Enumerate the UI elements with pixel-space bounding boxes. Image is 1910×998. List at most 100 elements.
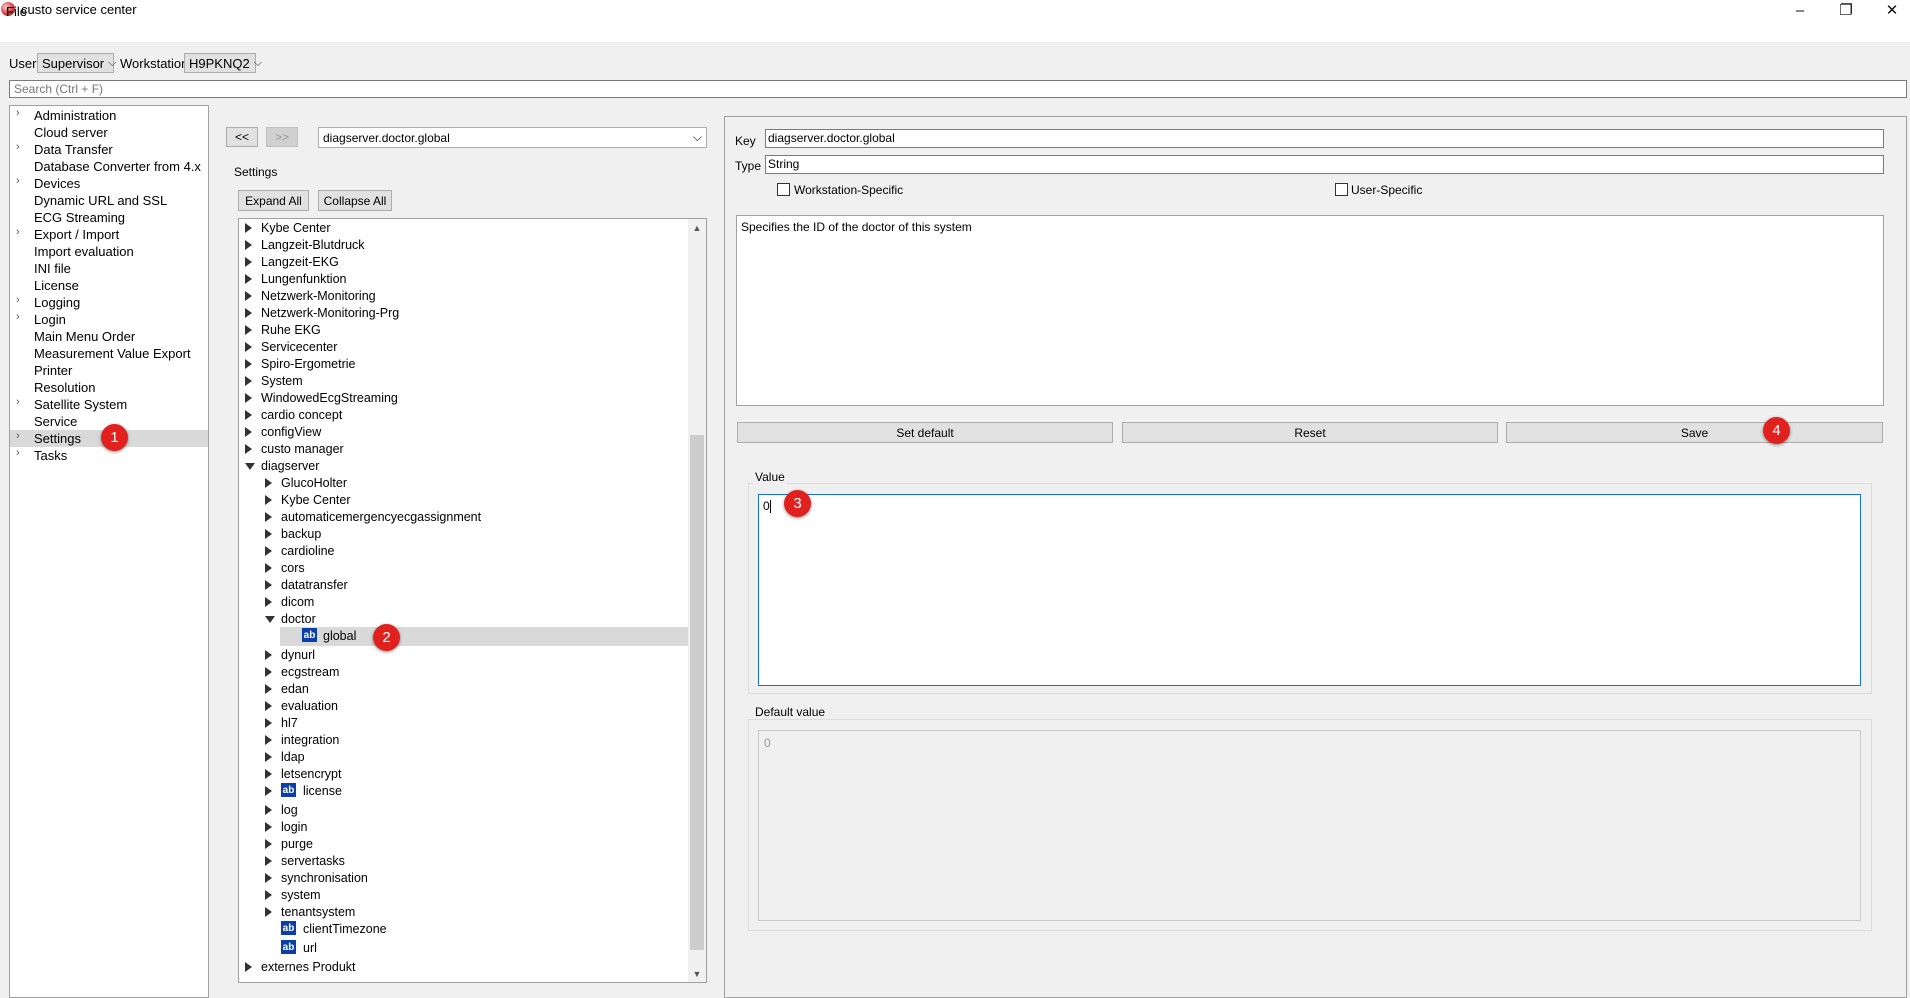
type-field[interactable]: String xyxy=(765,155,1884,174)
key-field[interactable]: diagserver.doctor.global xyxy=(765,129,1884,148)
collapsed-arrow-icon[interactable] xyxy=(265,805,272,815)
collapsed-arrow-icon[interactable] xyxy=(265,667,272,677)
collapsed-arrow-icon[interactable] xyxy=(265,650,272,660)
collapsed-arrow-icon[interactable] xyxy=(245,257,252,267)
expanded-arrow-icon[interactable] xyxy=(265,616,275,623)
collapsed-arrow-icon[interactable] xyxy=(245,393,252,403)
collapsed-arrow-icon[interactable] xyxy=(245,223,252,233)
sidebar-item[interactable]: › Administration xyxy=(10,107,208,124)
chevron-right-icon[interactable]: › xyxy=(16,447,20,459)
collapsed-arrow-icon[interactable] xyxy=(265,769,272,779)
collapsed-arrow-icon[interactable] xyxy=(245,308,252,318)
collapsed-arrow-icon[interactable] xyxy=(265,512,272,522)
chevron-right-icon[interactable]: › xyxy=(16,107,20,119)
sidebar-item[interactable]: License xyxy=(10,277,208,294)
collapsed-arrow-icon[interactable] xyxy=(265,718,272,728)
sidebar-item[interactable]: Import evaluation xyxy=(10,243,208,260)
chevron-right-icon[interactable]: › xyxy=(16,396,20,408)
sidebar-item[interactable]: › Export / Import xyxy=(10,226,208,243)
minimize-icon[interactable]: – xyxy=(1777,0,1823,20)
back-button[interactable]: << xyxy=(226,127,258,147)
sidebar-item[interactable]: Main Menu Order xyxy=(10,328,208,345)
expanded-arrow-icon[interactable] xyxy=(245,463,255,470)
collapsed-arrow-icon[interactable] xyxy=(245,240,252,250)
collapsed-arrow-icon[interactable] xyxy=(265,597,272,607)
collapsed-arrow-icon[interactable] xyxy=(245,359,252,369)
collapsed-arrow-icon[interactable] xyxy=(265,752,272,762)
collapsed-arrow-icon[interactable] xyxy=(265,684,272,694)
collapsed-arrow-icon[interactable] xyxy=(245,444,252,454)
workstation-specific-checkbox[interactable] xyxy=(777,183,790,196)
sidebar-item[interactable]: › Devices xyxy=(10,175,208,192)
setting-path-select[interactable]: diagserver.doctor.global ⌵ xyxy=(318,127,707,148)
workstation-select[interactable]: H9PKNQ2 ⌵ xyxy=(184,53,262,73)
collapsed-arrow-icon[interactable] xyxy=(265,701,272,711)
collapsed-arrow-icon[interactable] xyxy=(265,856,272,866)
collapsed-arrow-icon[interactable] xyxy=(265,563,272,573)
collapse-all-button[interactable]: Collapse All xyxy=(318,190,392,211)
user-select[interactable]: Supervisor ⌵ xyxy=(37,53,116,73)
sidebar-item[interactable]: Measurement Value Export xyxy=(10,345,208,362)
sidebar-item[interactable]: ECG Streaming xyxy=(10,209,208,226)
annotation-badge-4: 4 xyxy=(1763,417,1790,444)
sidebar-item[interactable]: INI file xyxy=(10,260,208,277)
collapsed-arrow-icon[interactable] xyxy=(245,410,252,420)
sidebar-item[interactable]: Database Converter from 4.x xyxy=(10,158,208,175)
collapsed-arrow-icon[interactable] xyxy=(265,873,272,883)
collapsed-arrow-icon[interactable] xyxy=(245,427,252,437)
collapsed-arrow-icon[interactable] xyxy=(245,325,252,335)
collapsed-arrow-icon[interactable] xyxy=(245,376,252,386)
close-icon[interactable]: ✕ xyxy=(1869,0,1910,20)
sidebar-item[interactable]: Resolution xyxy=(10,379,208,396)
restore-icon[interactable]: ❐ xyxy=(1823,0,1869,20)
collapsed-arrow-icon[interactable] xyxy=(265,907,272,917)
sidebar-item[interactable]: › Satellite System xyxy=(10,396,208,413)
sidebar-item[interactable]: › Data Transfer xyxy=(10,141,208,158)
sidebar-item-label: Export / Import xyxy=(34,227,120,242)
collapsed-arrow-icon[interactable] xyxy=(245,291,252,301)
save-button[interactable]: Save xyxy=(1506,422,1883,443)
chevron-right-icon[interactable]: › xyxy=(16,311,20,323)
tree-item-label: purge xyxy=(281,837,313,851)
collapsed-arrow-icon[interactable] xyxy=(265,822,272,832)
collapsed-arrow-icon[interactable] xyxy=(265,546,272,556)
collapsed-arrow-icon[interactable] xyxy=(265,495,272,505)
collapsed-arrow-icon[interactable] xyxy=(245,274,252,284)
menu-file[interactable]: File xyxy=(6,4,27,19)
chevron-right-icon[interactable]: › xyxy=(16,294,20,306)
chevron-right-icon[interactable]: › xyxy=(16,141,20,153)
sidebar-item[interactable]: › Login xyxy=(10,311,208,328)
collapsed-arrow-icon[interactable] xyxy=(265,735,272,745)
tree-item-label: cardio concept xyxy=(261,408,343,422)
forward-button[interactable]: >> xyxy=(266,127,298,147)
tree-item-label: global xyxy=(323,629,357,643)
sidebar-item[interactable]: Printer xyxy=(10,362,208,379)
tree-scrollbar-thumb[interactable] xyxy=(690,435,704,950)
sidebar-item[interactable]: Dynamic URL and SSL xyxy=(10,192,208,209)
scroll-up-icon[interactable]: ▲ xyxy=(688,219,706,236)
collapsed-arrow-icon[interactable] xyxy=(265,839,272,849)
collapsed-arrow-icon[interactable] xyxy=(245,342,252,352)
search-input[interactable]: Search (Ctrl + F) xyxy=(9,80,1907,98)
user-specific-checkbox[interactable] xyxy=(1335,183,1348,196)
sidebar-item-label: Administration xyxy=(34,108,117,123)
tree-item-label: servertasks xyxy=(281,854,345,868)
collapsed-arrow-icon[interactable] xyxy=(265,890,272,900)
value-input[interactable]: 0 xyxy=(758,494,1861,686)
expand-all-button[interactable]: Expand All xyxy=(238,190,309,211)
scroll-down-icon[interactable]: ▼ xyxy=(688,965,706,982)
reset-button[interactable]: Reset xyxy=(1122,422,1498,443)
chevron-right-icon[interactable]: › xyxy=(16,430,20,442)
collapsed-arrow-icon[interactable] xyxy=(265,478,272,488)
sidebar-item[interactable]: › Logging xyxy=(10,294,208,311)
collapsed-arrow-icon[interactable] xyxy=(265,580,272,590)
setting-path-value: diagserver.doctor.global xyxy=(323,130,450,145)
sidebar-item[interactable]: Cloud server xyxy=(10,124,208,141)
collapsed-arrow-icon[interactable] xyxy=(245,962,252,972)
chevron-right-icon[interactable]: › xyxy=(16,226,20,238)
chevron-right-icon[interactable]: › xyxy=(16,175,20,187)
collapsed-arrow-icon[interactable] xyxy=(265,529,272,539)
collapsed-arrow-icon[interactable] xyxy=(265,786,272,796)
tree-item-label: Ruhe EKG xyxy=(261,323,321,337)
set-default-button[interactable]: Set default xyxy=(737,422,1113,443)
